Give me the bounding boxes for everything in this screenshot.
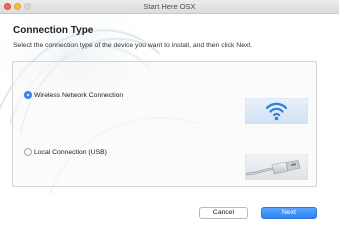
window-title: Start Here OSX [143, 2, 196, 11]
page-title: Connection Type [13, 25, 94, 36]
usb-connection-option[interactable]: Local Connection (USB) [24, 148, 107, 156]
usb-cable-icon [245, 154, 308, 180]
wireless-connection-option[interactable]: Wireless Network Connection [24, 91, 123, 99]
installer-window: Start Here OSX Connection Type Select th… [0, 0, 339, 244]
usb-option-label: Local Connection (USB) [34, 148, 107, 156]
wireless-option-label: Wireless Network Connection [34, 91, 124, 99]
instruction-text: Select the connection type of the device… [13, 42, 253, 49]
wifi-icon [245, 98, 308, 124]
next-button[interactable]: Next [261, 207, 317, 219]
wireless-radio-button[interactable] [24, 91, 32, 99]
usb-radio-button[interactable] [24, 148, 32, 156]
cancel-button[interactable]: Cancel [199, 207, 248, 219]
title-bar[interactable]: Start Here OSX [0, 0, 339, 14]
